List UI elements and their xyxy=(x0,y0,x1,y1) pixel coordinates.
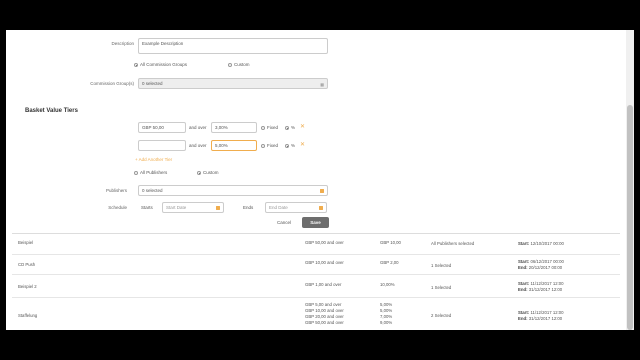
calendar-icon xyxy=(319,206,323,210)
commission-groups-value: 0 selected xyxy=(142,81,163,86)
table-row-publishers: 2 Selected xyxy=(431,313,452,318)
publishers-value: 0 selected xyxy=(142,188,163,193)
radio-indicator xyxy=(197,170,201,175)
row-divider xyxy=(12,297,620,298)
table-row-end: End: 31/12/2017 12:00 xyxy=(518,316,563,321)
tier-1-amount[interactable]: GBP 50,00 xyxy=(138,122,186,133)
tier-1-percent-radio[interactable]: % xyxy=(285,125,295,130)
ends-label: Ends xyxy=(243,205,254,210)
description-field[interactable]: Example Description xyxy=(138,38,328,54)
list-icon: ▦ xyxy=(320,81,324,87)
radio-indicator xyxy=(285,125,289,130)
table-row-start: Start: 12/10/2017 00:00 xyxy=(518,241,564,246)
table-row-rate: 10,00% xyxy=(380,282,395,287)
table-row-end: End: 20/12/2017 00:00 xyxy=(518,265,563,270)
radio-indicator xyxy=(285,143,289,148)
table-row-publishers: 1 Selected xyxy=(431,285,452,290)
radio-custom-groups[interactable]: Custom xyxy=(228,62,250,67)
row-divider xyxy=(12,274,620,275)
description-label: Description xyxy=(111,41,134,46)
start-date-input[interactable]: Start Date xyxy=(162,202,224,213)
tier-2-fixed-radio[interactable]: Fixed xyxy=(261,143,278,148)
table-row-tier: GBP 1,00 and over xyxy=(305,282,342,287)
radio-indicator xyxy=(134,170,138,175)
publishers-select[interactable]: 0 selected xyxy=(138,185,328,196)
table-row-publishers: All Publishers selected xyxy=(431,241,475,246)
commission-groups-label: Commission Group(s) xyxy=(90,81,134,86)
tier-1-rate[interactable]: 3,00% xyxy=(211,122,257,133)
calendar-icon xyxy=(216,206,220,210)
table-row-name[interactable]: Beispiel xyxy=(18,240,33,246)
tier-2-connector: and over xyxy=(189,143,207,148)
cancel-button[interactable]: Cancel xyxy=(270,217,298,228)
tier-2-percent-radio[interactable]: % xyxy=(285,143,295,148)
calendar-icon xyxy=(320,189,324,193)
tier-1-fixed-radio[interactable]: Fixed xyxy=(261,125,278,130)
radio-all-publishers[interactable]: All Publishers xyxy=(134,170,167,175)
tier-2-rate[interactable]: 5,00% xyxy=(211,140,257,151)
add-tier-link[interactable]: + Add Another Tier xyxy=(135,157,172,162)
table-row-end: End: 31/12/2017 12:00 xyxy=(518,287,563,292)
tier-2-amount[interactable] xyxy=(138,140,186,151)
radio-indicator xyxy=(228,62,232,67)
main-page: Description Example Description All Comm… xyxy=(6,30,626,330)
table-row-rate: GBP 2,00 xyxy=(380,260,399,265)
starts-label: Starts xyxy=(141,205,153,210)
end-date-input[interactable]: End Date xyxy=(265,202,327,213)
radio-indicator xyxy=(134,62,138,67)
tiers-heading: Basket Value Tiers xyxy=(25,108,78,114)
table-row-rate: GBP 10,00 xyxy=(380,240,401,245)
tier-2-remove-icon[interactable]: ✕ xyxy=(300,141,305,148)
table-row-name[interactable]: CD Push xyxy=(18,262,35,268)
tier-1-connector: and over xyxy=(189,125,207,130)
table-row-tier: GBP 50,00 and over xyxy=(305,240,344,245)
save-button[interactable]: Save xyxy=(302,217,329,228)
scrollbar-thumb[interactable] xyxy=(627,105,633,330)
row-divider xyxy=(12,254,620,255)
tier-1-remove-icon[interactable]: ✕ xyxy=(300,123,305,130)
vertical-scrollbar[interactable] xyxy=(626,30,634,330)
radio-custom-publishers[interactable]: Custom xyxy=(197,170,219,175)
radio-all-commission-groups[interactable]: All Commission Groups xyxy=(134,62,187,67)
table-row-name[interactable]: Beispiel 2 xyxy=(18,284,37,290)
table-top-divider xyxy=(12,233,620,234)
commission-groups-select[interactable]: 0 selected ▦ xyxy=(138,78,328,89)
schedule-label: Schedule xyxy=(108,205,127,210)
publishers-label: Publishers xyxy=(105,188,127,193)
radio-indicator xyxy=(261,125,265,130)
table-row-tier: GBP 10,00 and over xyxy=(305,260,344,265)
radio-indicator xyxy=(261,143,265,148)
table-row-name[interactable]: Staffelung xyxy=(18,313,37,319)
table-row-tier: GBP 50,00 and over xyxy=(305,320,344,325)
table-row-publishers: 1 Selected xyxy=(431,263,452,268)
table-row-rate: 9,00% xyxy=(380,320,393,325)
